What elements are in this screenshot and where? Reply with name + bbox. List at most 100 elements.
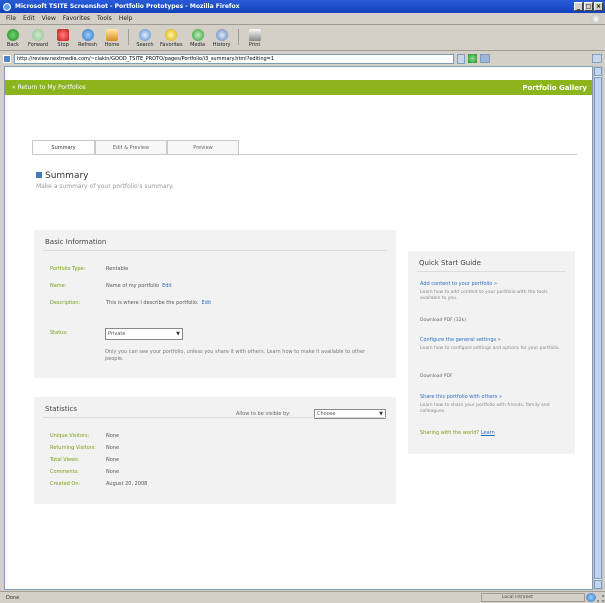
home-icon <box>106 29 118 41</box>
maximize-button[interactable]: □ <box>584 2 593 11</box>
close-button[interactable]: × <box>594 2 603 11</box>
menu-file[interactable]: File <box>6 15 16 22</box>
stat-value: August 20, 2008 <box>106 481 148 487</box>
tab-divider <box>32 154 577 155</box>
print-icon <box>248 29 261 41</box>
field-label: Status: <box>50 330 68 336</box>
media-icon <box>191 29 204 41</box>
favorites-button[interactable]: Favorites <box>160 29 183 48</box>
basic-information-panel: Basic Information Portfolio Type: Rentab… <box>34 230 396 378</box>
stat-label: Total Views: <box>50 457 80 463</box>
configure-settings-desc: Learn how to configure settings and opti… <box>420 346 560 351</box>
windows-logo-icon <box>591 14 601 24</box>
divider <box>417 271 566 272</box>
sharing-note: Sharing with the world? Learn <box>420 430 495 436</box>
media-label: Media <box>190 42 206 48</box>
stat-label: Unique Visitors: <box>50 433 90 439</box>
address-input[interactable]: http://review.nextmedia.com/~clakin/GOOD… <box>14 53 454 64</box>
field-value: Rentable <box>106 266 129 272</box>
window-titlebar: Microsoft TSITE Screenshot - Portfolio P… <box>0 0 605 13</box>
refresh-button[interactable]: Refresh <box>78 29 97 48</box>
share-portfolio-link[interactable]: Share this portfolio with others » <box>420 394 502 400</box>
download-pdf-link[interactable]: Download PDF <box>420 374 453 379</box>
history-button[interactable]: History <box>213 29 231 48</box>
field-name: Name: Name of my portfolio Edit <box>50 283 172 289</box>
menu-help[interactable]: Help <box>119 15 133 22</box>
address-bar: http://review.nextmedia.com/~clakin/GOOD… <box>0 52 605 65</box>
print-button[interactable]: Print <box>246 29 264 48</box>
section-subtitle: Make a summary of your portfolio's summa… <box>36 183 174 190</box>
security-zone: Local intranet <box>481 593 585 602</box>
sharing-text: Sharing with the world? <box>420 430 480 436</box>
address-dropdown-button[interactable] <box>457 53 465 64</box>
resize-grip[interactable] <box>597 595 604 602</box>
portfolio-header-bar: « Return to My Portfolios Portfolio Gall… <box>5 80 592 95</box>
field-portfolio-type: Portfolio Type: Rentable <box>50 266 128 272</box>
return-to-portfolios-link[interactable]: « Return to My Portfolios <box>12 84 86 91</box>
stat-row: Returning Visitors: None <box>50 445 119 451</box>
tab-preview[interactable]: Preview <box>167 140 239 155</box>
menu-edit[interactable]: Edit <box>23 15 35 22</box>
scroll-down-button[interactable] <box>594 580 602 589</box>
quick-start-title: Quick Start Guide <box>419 259 481 267</box>
scroll-up-button[interactable] <box>594 67 602 76</box>
stat-value: None <box>106 433 120 439</box>
page-icon <box>3 54 11 63</box>
stop-icon <box>57 29 70 41</box>
vertical-scrollbar[interactable] <box>593 66 603 590</box>
search-icon <box>139 29 151 41</box>
home-button[interactable]: Home <box>103 29 121 48</box>
menu-view[interactable]: View <box>42 15 56 22</box>
stat-value: None <box>106 469 120 475</box>
stop-button[interactable]: Stop <box>54 29 72 48</box>
intranet-zone-icon <box>586 593 596 602</box>
field-description: Description: This is where I describe th… <box>50 300 211 306</box>
menu-tools[interactable]: Tools <box>97 15 112 22</box>
learn-link[interactable]: Learn <box>481 430 495 436</box>
field-value: This is where I describe the portfolio. <box>106 300 199 306</box>
search-label: Search <box>136 42 154 48</box>
links-button[interactable] <box>480 54 490 63</box>
refresh-label: Refresh <box>78 42 97 48</box>
statistics-title: Statistics <box>45 405 77 413</box>
status-select[interactable]: Private ▼ <box>105 328 183 340</box>
page-viewport: « Return to My Portfolios Portfolio Gall… <box>4 66 593 590</box>
toolbar-extend-button[interactable] <box>592 54 602 63</box>
configure-settings-link[interactable]: Configure the general settings » <box>420 337 501 343</box>
media-button[interactable]: Media <box>189 29 207 48</box>
tab-edit-preview[interactable]: Edit & Preview <box>95 140 167 155</box>
stat-value: None <box>106 445 120 451</box>
go-button[interactable] <box>468 54 477 63</box>
favorites-label: Favorites <box>160 42 183 48</box>
tab-summary[interactable]: Summary <box>32 140 95 155</box>
brand-logo: Portfolio Gallery <box>522 83 587 92</box>
stop-label: Stop <box>57 42 69 48</box>
square-bullet-icon <box>36 172 42 178</box>
status-note: Only you can see your portfolio, unless … <box>105 349 366 362</box>
scroll-thumb[interactable] <box>594 77 602 579</box>
stat-label: Created On: <box>50 481 81 487</box>
back-button[interactable]: Back <box>4 29 22 48</box>
toolbar-separator <box>237 28 239 45</box>
print-label: Print <box>248 42 261 48</box>
forward-button[interactable]: Forward <box>28 29 48 48</box>
download-pdf-link[interactable]: Download PDF (32k) <box>420 318 466 323</box>
share-portfolio-desc: Learn how to share your portfolio with f… <box>420 403 550 414</box>
field-status: Status: <box>50 330 106 336</box>
history-icon <box>215 29 228 41</box>
edit-description-link[interactable]: Edit <box>202 300 212 306</box>
status-selected-value: Private <box>108 331 126 337</box>
search-button[interactable]: Search <box>136 29 154 48</box>
back-icon <box>7 29 19 41</box>
add-content-link[interactable]: Add content to your portfolio » <box>420 281 497 287</box>
quick-start-panel: Quick Start Guide Add content to your po… <box>408 251 575 454</box>
minimize-button[interactable]: _ <box>574 2 583 11</box>
back-label: Back <box>6 42 20 48</box>
edit-name-link[interactable]: Edit <box>162 283 172 289</box>
stat-label: Returning Visitors: <box>50 445 96 451</box>
stat-row: Unique Visitors: None <box>50 433 119 439</box>
menu-favorites[interactable]: Favorites <box>63 15 90 22</box>
browser-icon <box>3 2 11 11</box>
section-title: Summary <box>45 171 89 181</box>
stat-row: Total Views: None <box>50 457 119 463</box>
